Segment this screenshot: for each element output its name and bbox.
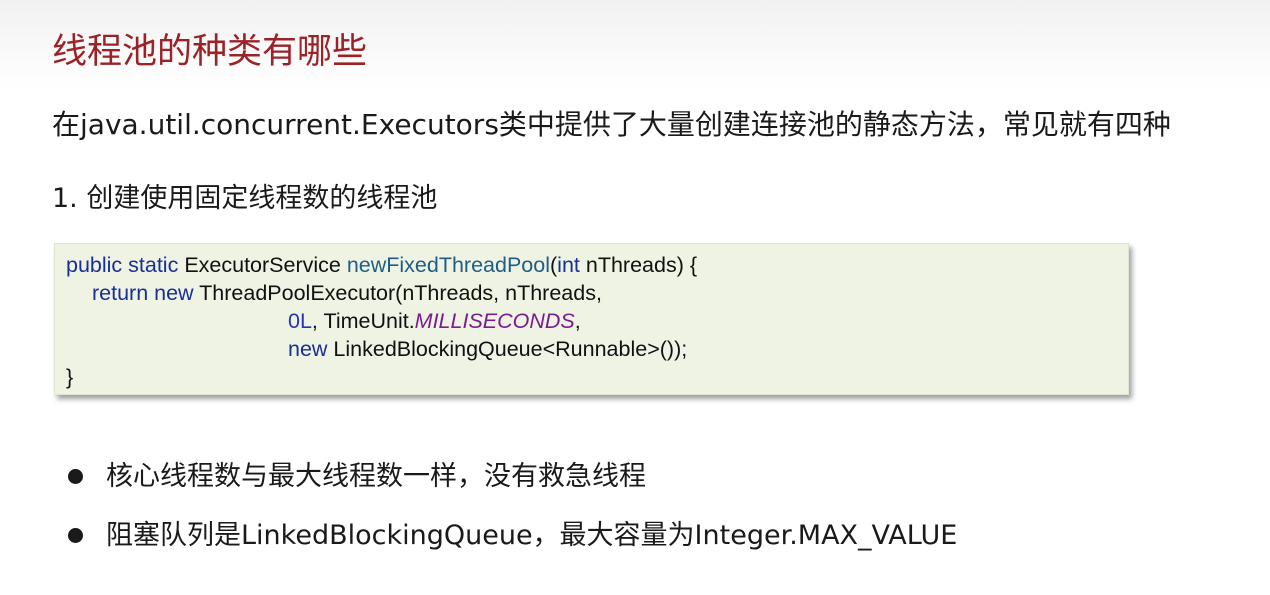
code-keyword: new bbox=[288, 337, 328, 361]
slide-title: 线程池的种类有哪些 bbox=[52, 32, 368, 72]
code-line-2: return new ThreadPoolExecutor(nThreads, … bbox=[92, 279, 602, 307]
code-block: public static ExecutorService newFixedTh… bbox=[54, 243, 1129, 395]
code-line-3: 0L, TimeUnit.MILLISECONDS, bbox=[288, 307, 581, 335]
code-text: LinkedBlockingQueue<Runnable>()); bbox=[327, 337, 688, 361]
code-constant: MILLISECONDS bbox=[414, 309, 575, 333]
code-keyword: public static bbox=[66, 253, 179, 277]
code-line-1: public static ExecutorService newFixedTh… bbox=[66, 251, 697, 279]
code-text: nThreads) { bbox=[579, 253, 698, 277]
bullet-item: 核心线程数与最大线程数一样，没有救急线程 bbox=[68, 457, 848, 497]
bullet-item: 阻塞队列是LinkedBlockingQueue，最大容量为Integer.MA… bbox=[68, 516, 957, 556]
code-text: } bbox=[66, 365, 74, 389]
section-heading: 1. 创建使用固定线程数的线程池 bbox=[52, 183, 438, 214]
intro-text: 在java.util.concurrent.Executors类中提供了大量创建… bbox=[52, 108, 1171, 141]
code-method-name: newFixedThreadPool bbox=[346, 253, 550, 277]
bullet-dot-icon bbox=[68, 469, 83, 484]
code-text: ThreadPoolExecutor(nThreads, nThreads, bbox=[193, 281, 602, 305]
code-line-4: new LinkedBlockingQueue<Runnable>()); bbox=[288, 335, 687, 363]
bullet-dot-icon bbox=[68, 528, 83, 543]
bullet-text: 核心线程数与最大线程数一样，没有救急线程 bbox=[106, 461, 646, 492]
code-keyword: int bbox=[557, 253, 580, 277]
code-keyword: return new bbox=[92, 281, 194, 305]
bullet-text: 阻塞队列是LinkedBlockingQueue，最大容量为Integer.MA… bbox=[106, 520, 958, 551]
code-text: , bbox=[574, 309, 581, 333]
code-line-5: } bbox=[66, 363, 73, 391]
code-text: ExecutorService bbox=[178, 253, 347, 277]
code-text: , TimeUnit. bbox=[311, 309, 415, 333]
code-number: 0L bbox=[288, 309, 312, 333]
